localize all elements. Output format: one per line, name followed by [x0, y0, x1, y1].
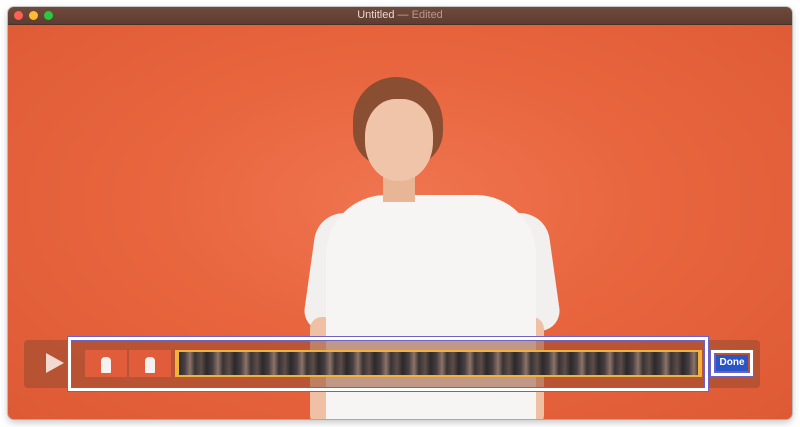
- play-icon[interactable]: [46, 353, 64, 373]
- window-title: Untitled — Edited: [8, 9, 792, 21]
- title-bar[interactable]: Untitled — Edited: [8, 7, 792, 25]
- filmstrip-highlight-box: [68, 337, 708, 391]
- edited-status: Edited: [411, 9, 443, 21]
- face: [365, 99, 433, 181]
- title-separator: —: [397, 9, 409, 21]
- document-name: Untitled: [357, 9, 395, 21]
- done-button[interactable]: Done: [716, 355, 748, 371]
